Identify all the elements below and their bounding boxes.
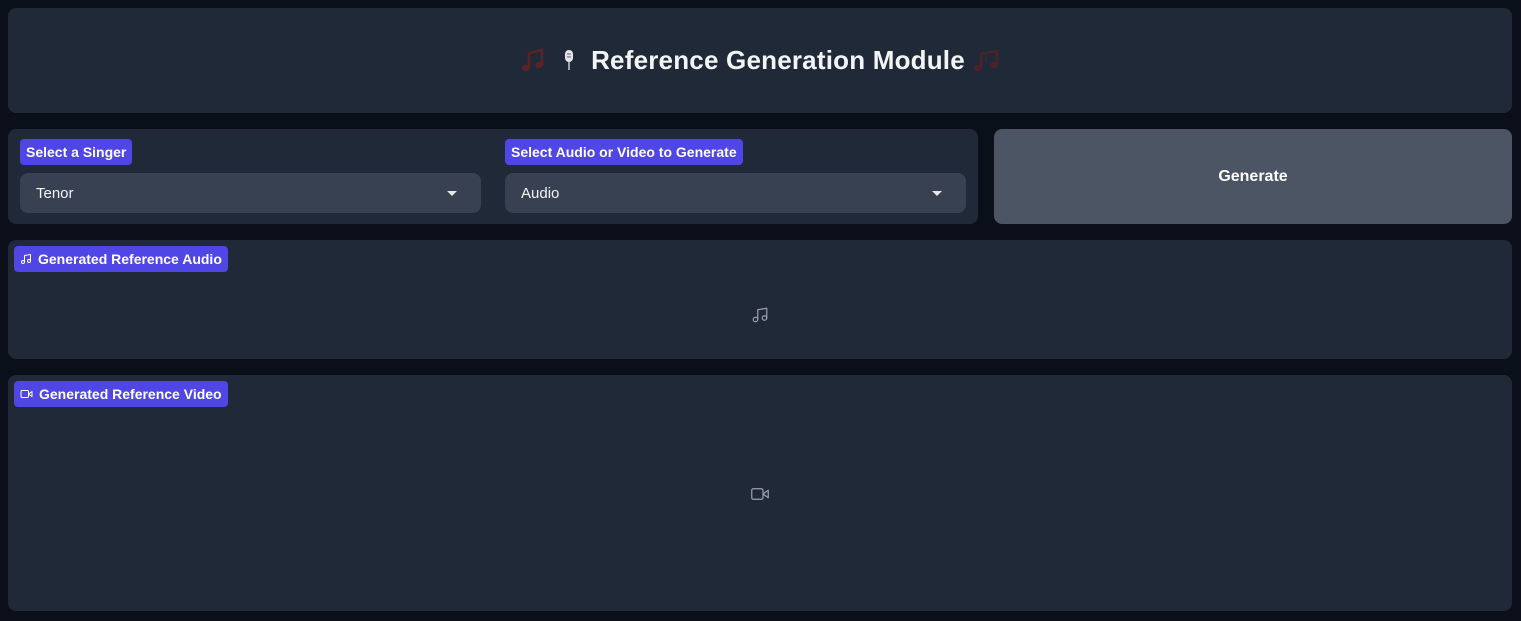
- title-row: Reference Generation Module: [519, 45, 1001, 76]
- singer-select-group: Select a Singer Tenor: [20, 139, 481, 213]
- music-icon: [752, 307, 768, 323]
- video-camera-icon: [20, 390, 33, 398]
- audio-placeholder-icon: [751, 306, 769, 324]
- media-type-dropdown-value: Audio: [521, 184, 560, 202]
- music-icon: [21, 254, 31, 264]
- controls-panel: Select a Singer Tenor Select Audio or Vi…: [8, 129, 978, 224]
- singer-dropdown-value: Tenor: [36, 184, 74, 202]
- microphone-icon: [555, 47, 583, 75]
- video-camera-icon: [751, 488, 769, 500]
- video-placeholder-icon: [750, 485, 770, 503]
- media-type-select-label: Select Audio or Video to Generate: [505, 139, 743, 165]
- video-output-label: Generated Reference Video: [14, 381, 228, 407]
- media-type-select-group: Select Audio or Video to Generate Audio: [505, 139, 966, 213]
- singer-dropdown[interactable]: Tenor: [20, 173, 481, 213]
- singer-select-label: Select a Singer: [20, 139, 133, 165]
- audio-output-panel: Generated Reference Audio: [8, 240, 1512, 359]
- chevron-down-icon: [447, 190, 457, 196]
- header-panel: Reference Generation Module: [8, 8, 1512, 113]
- video-output-label-text: Generated Reference Video: [39, 386, 222, 402]
- page-title: Reference Generation Module: [591, 45, 965, 75]
- chevron-down-icon: [932, 190, 942, 196]
- media-type-dropdown[interactable]: Audio: [505, 173, 966, 213]
- generate-button[interactable]: Generate: [994, 129, 1512, 224]
- video-output-panel: Generated Reference Video: [8, 375, 1512, 611]
- music-note-icon: [519, 47, 547, 75]
- music-notes-icon: [973, 47, 1001, 75]
- audio-output-label-text: Generated Reference Audio: [38, 251, 222, 267]
- audio-output-label: Generated Reference Audio: [14, 246, 228, 272]
